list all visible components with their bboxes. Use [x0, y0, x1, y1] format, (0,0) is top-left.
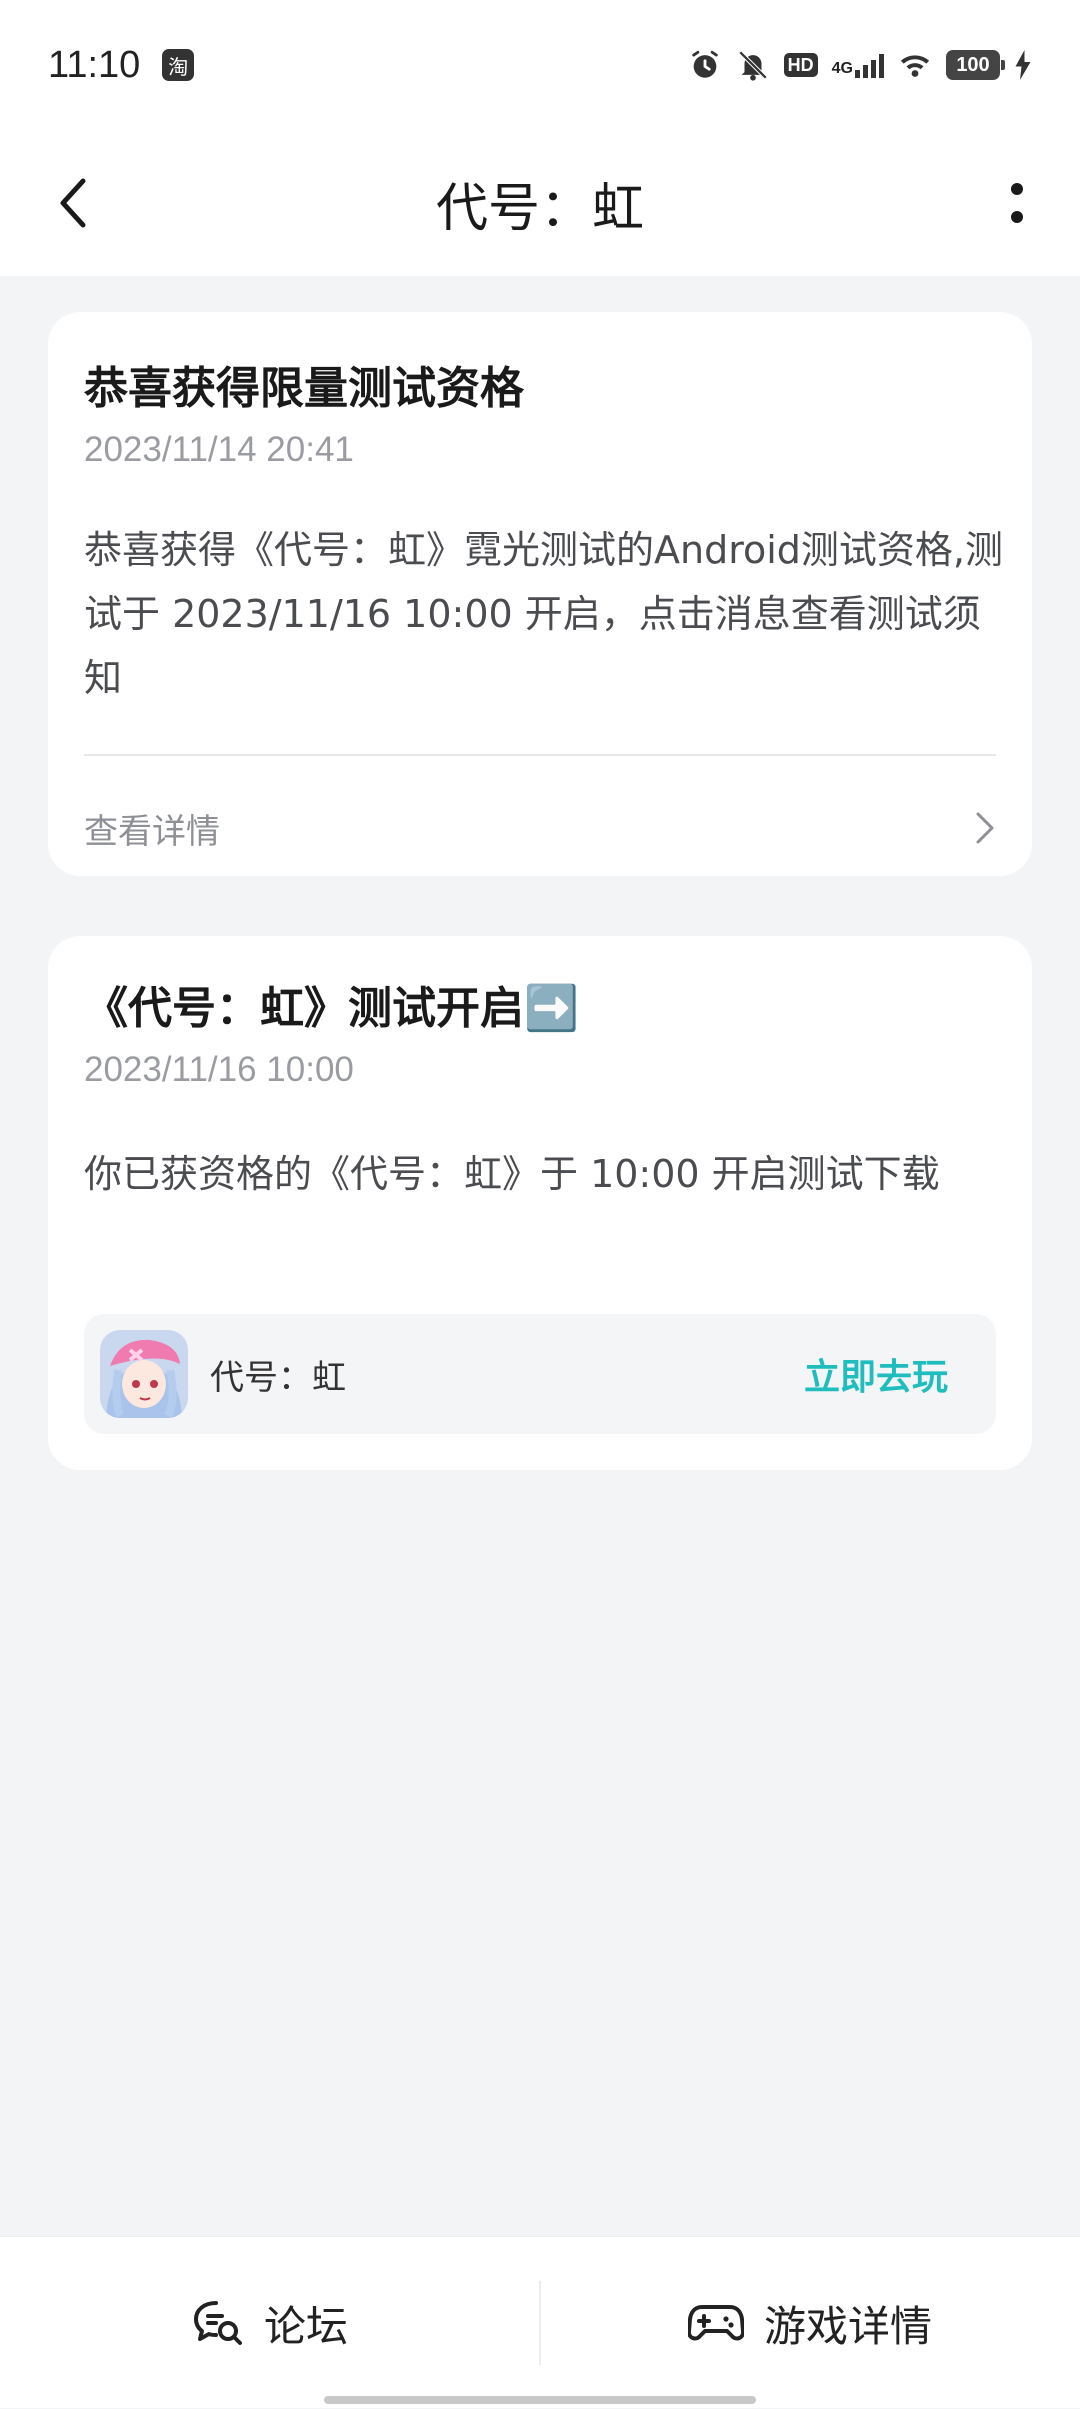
wifi-icon [900, 55, 930, 77]
cellular-signal-icon: 4G [832, 52, 884, 78]
game-avatar-icon [100, 1330, 188, 1418]
network-type-label: 4G [831, 60, 853, 77]
forum-chat-icon [193, 2301, 242, 2345]
back-arrow-icon [60, 178, 86, 228]
status-icons: HD 4G 100 [688, 48, 1032, 82]
bottom-action-bar: 论坛 游戏详情 [0, 2236, 1080, 2408]
view-details-row[interactable]: 查看详情 [84, 788, 996, 868]
mute-icon [738, 50, 767, 81]
message-card-qualification[interactable]: 恭喜获得限量测试资格 2023/11/14 20:41 恭喜获得《代号：虹》霓光… [48, 312, 1032, 876]
message-time: 2023/11/16 10:00 [84, 1050, 354, 1089]
alarm-icon [691, 50, 718, 78]
forum-tab-label: 论坛 [263, 2301, 348, 2351]
view-details-label: 查看详情 [84, 811, 220, 852]
status-time: 11:10 [48, 43, 141, 86]
back-button[interactable] [40, 170, 106, 236]
message-body: 恭喜获得《代号：虹》霓光测试的Android测试资格,测试于 2023/11/1… [84, 528, 1003, 700]
game-name: 代号：虹 [210, 1357, 346, 1398]
message-time: 2023/11/14 20:41 [84, 430, 354, 469]
chevron-right-icon [976, 812, 994, 844]
app-header: 代号：虹 [0, 130, 1080, 276]
hd-icon: HD [783, 53, 818, 77]
game-details-tab-label: 游戏详情 [763, 2301, 932, 2351]
forum-tab[interactable]: 论坛 [0, 2237, 540, 2409]
play-now-button[interactable]: 立即去玩 [804, 1348, 948, 1400]
gamepad-icon [687, 2305, 744, 2341]
message-title: 恭喜获得限量测试资格 [84, 363, 524, 414]
status-bar: 11:10 淘 HD 4G 100 [0, 0, 1080, 130]
taobao-notification-icon: 淘 [162, 49, 195, 81]
page-title: 代号：虹 [435, 178, 644, 239]
battery-icon: 100 [946, 50, 1005, 80]
home-indicator[interactable] [324, 2396, 756, 2404]
more-options-button[interactable] [984, 170, 1050, 236]
charging-icon [1015, 50, 1031, 80]
card-divider [84, 754, 996, 756]
game-details-tab[interactable]: 游戏详情 [540, 2237, 1080, 2409]
more-vertical-icon [1011, 183, 1023, 223]
game-entry-row[interactable]: 代号：虹 立即去玩 [84, 1314, 996, 1434]
message-card-test-start[interactable]: 《代号：虹》测试开启➡️ 2023/11/16 10:00 你已获资格的《代号：… [48, 936, 1032, 1470]
message-body: 你已获资格的《代号：虹》于 10:00 开启测试下载 [84, 1152, 940, 1196]
message-title: 《代号：虹》测试开启➡️ [84, 983, 579, 1034]
